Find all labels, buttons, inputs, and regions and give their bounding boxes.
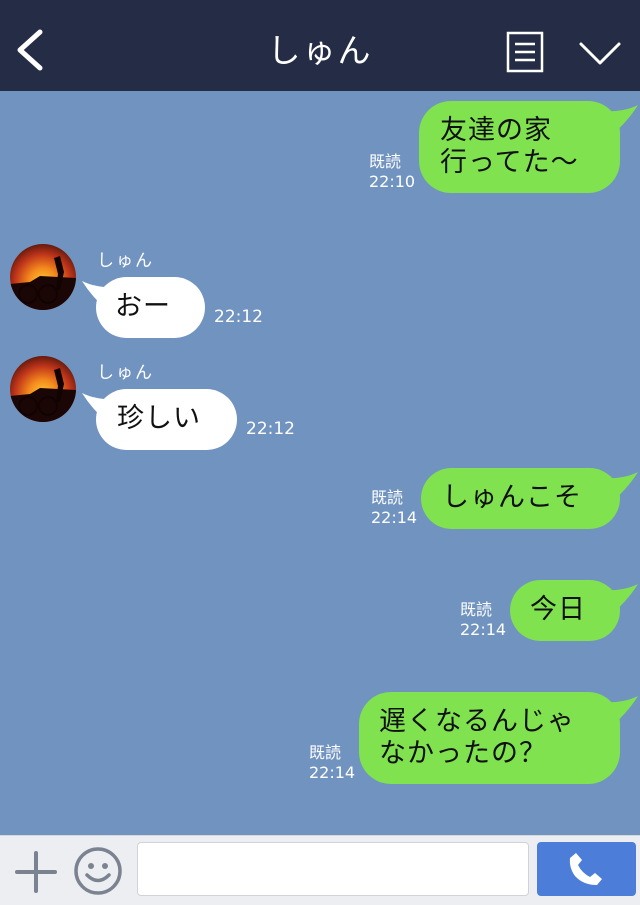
message-time: 22:14 — [371, 508, 418, 527]
message-meta: 既読 22:14 — [371, 488, 417, 528]
message-list[interactable]: 既読 22:10 友達の家 行ってた〜 しゅん おー 22:12 しゅん 珍しい… — [0, 91, 640, 835]
bubble-tail — [598, 584, 638, 614]
message-bubble[interactable]: 友達の家 行ってた〜 — [419, 101, 620, 193]
avatar-image — [10, 256, 76, 310]
message-text-line: 珍しい — [117, 403, 201, 434]
message-time: 22:10 — [369, 172, 416, 191]
avatar[interactable] — [10, 244, 76, 310]
message-text-line: しゅんこそ — [442, 482, 582, 513]
message-bubble[interactable]: おー — [96, 277, 205, 338]
smiley-icon[interactable] — [72, 845, 124, 897]
message-text-line: なかったの？ — [379, 738, 547, 769]
sender-name: しゅん — [97, 251, 154, 271]
phone-icon — [569, 853, 602, 885]
bubble-tail — [598, 696, 638, 726]
message-meta: 既読 22:10 — [369, 152, 415, 192]
message-time: 22:14 — [309, 763, 356, 782]
chat-title: しゅん — [267, 31, 373, 70]
message-bubble[interactable]: しゅんこそ — [421, 468, 620, 529]
message-text-line: 遅くなるんじゃ — [379, 706, 575, 737]
message-meta: 既読 22:14 — [309, 743, 355, 783]
call-button[interactable] — [537, 842, 636, 896]
bubble-tail — [598, 472, 638, 502]
avatar-image — [10, 368, 76, 422]
message-text-line: おー — [115, 291, 171, 322]
message-meta: 既読 22:14 — [460, 600, 506, 640]
message-time: 22:14 — [460, 620, 507, 639]
note-list-icon[interactable] — [506, 31, 544, 73]
sender-name: しゅん — [97, 363, 154, 383]
message-bubble[interactable]: 珍しい — [96, 389, 237, 450]
message-time: 22:12 — [214, 307, 263, 327]
input-bar — [0, 835, 640, 905]
plus-icon[interactable] — [14, 850, 58, 894]
read-receipt: 既読 — [371, 488, 404, 507]
read-receipt: 既読 — [460, 600, 493, 619]
bubble-tail — [598, 105, 638, 135]
read-receipt: 既読 — [369, 152, 402, 171]
message-bubble[interactable]: 遅くなるんじゃ なかったの？ — [359, 692, 620, 784]
read-receipt: 既読 — [309, 743, 342, 762]
message-text-line: 行ってた〜 — [440, 147, 579, 178]
chevron-down-icon[interactable] — [578, 40, 622, 68]
message-text-line: 友達の家 — [440, 115, 552, 146]
message-input[interactable] — [137, 842, 529, 896]
message-time: 22:12 — [246, 419, 295, 439]
chat-header: しゅん — [0, 0, 640, 91]
avatar[interactable] — [10, 356, 76, 422]
